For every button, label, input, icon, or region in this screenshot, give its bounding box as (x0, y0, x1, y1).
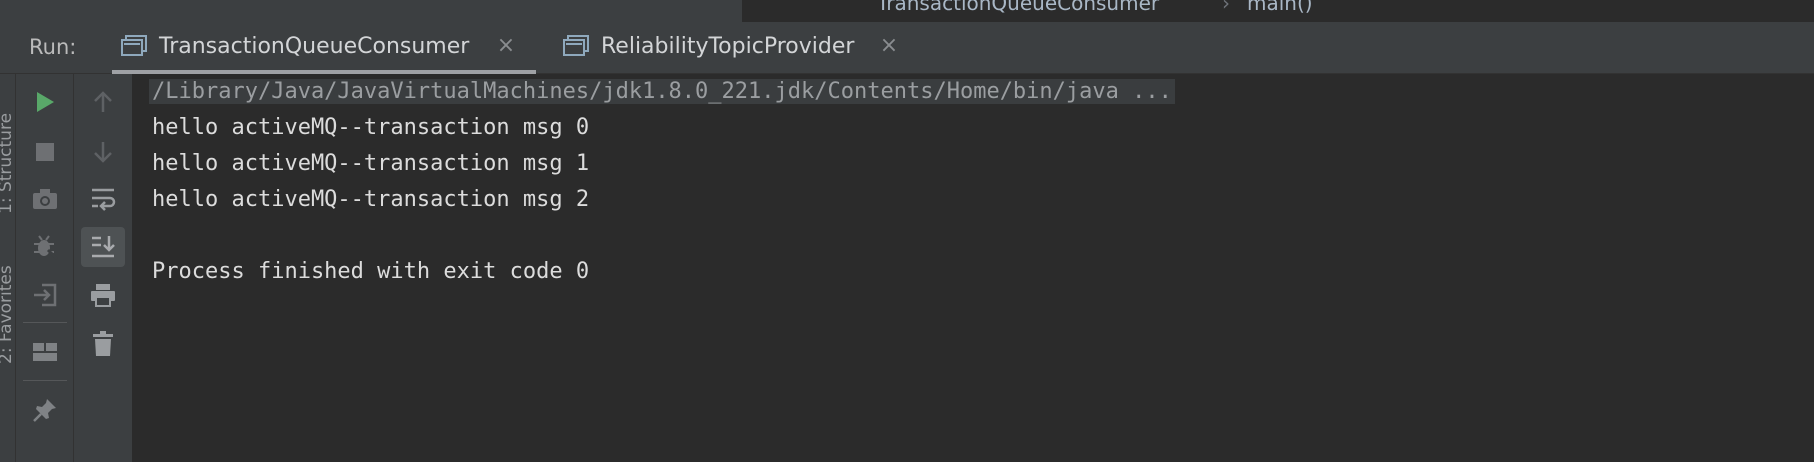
rerun-icon (37, 92, 54, 112)
console-line: hello activeMQ--transaction msg 1 (152, 151, 590, 176)
favorites-tool-button[interactable]: 2: Favorites (0, 265, 15, 364)
run-tool-window-header: Run: TransactionQueueConsumer × Reliabil… (0, 22, 1814, 74)
next-occurrence-button[interactable] (81, 132, 125, 172)
breadcrumb: TransactionQueueConsumer › main() (742, 0, 1814, 22)
scroll-to-end-button[interactable] (81, 227, 125, 267)
scroll-to-end-icon (92, 236, 115, 258)
breadcrumb-separator: › (1222, 0, 1230, 15)
run-toolbar-primary (16, 74, 74, 462)
close-icon[interactable]: × (496, 35, 516, 57)
debug-off-icon (34, 235, 58, 260)
editor-breadcrumb-strip: TransactionQueueConsumer › main() (0, 0, 1814, 22)
restore-layout-icon (34, 283, 57, 307)
breadcrumb-method[interactable]: main() (1247, 0, 1313, 15)
clear-all-button[interactable] (81, 324, 125, 364)
up-arrow-icon (94, 91, 112, 112)
down-arrow-icon (94, 142, 112, 163)
console-icon (121, 35, 147, 57)
toolbar-divider (23, 322, 67, 323)
print-button[interactable] (81, 275, 125, 315)
tab-label: ReliabilityTopicProvider (601, 34, 855, 59)
debug-button[interactable] (23, 227, 67, 267)
console-icon (563, 35, 589, 57)
breadcrumb-class[interactable]: TransactionQueueConsumer (877, 0, 1159, 15)
soft-wrap-icon (92, 188, 116, 211)
close-icon[interactable]: × (879, 35, 899, 57)
dump-threads-button[interactable] (23, 179, 67, 219)
console-line: hello activeMQ--transaction msg 0 (152, 115, 590, 140)
toolbar-divider (23, 380, 67, 381)
structure-tool-button[interactable]: 1: Structure (0, 113, 15, 214)
soft-wrap-button[interactable] (81, 179, 125, 219)
stop-icon (36, 143, 54, 161)
tab-transaction-queue-consumer[interactable]: TransactionQueueConsumer × (112, 22, 536, 74)
layout-button[interactable] (23, 332, 67, 372)
print-icon (91, 284, 115, 307)
console-line: Process finished with exit code 0 (152, 259, 590, 284)
ide-window: TransactionQueueConsumer › main() Run: T… (0, 0, 1814, 462)
rerun-button[interactable] (23, 82, 67, 122)
pin-tab-button[interactable] (23, 390, 67, 430)
console-line: hello activeMQ--transaction msg 2 (152, 187, 590, 212)
console-command-line[interactable]: /Library/Java/JavaVirtualMachines/jdk1.8… (149, 79, 1175, 104)
pin-icon (33, 399, 56, 422)
layout-icon (33, 343, 57, 361)
run-label: Run: (29, 35, 77, 59)
stop-button[interactable] (23, 132, 67, 172)
tab-reliability-topic-provider[interactable]: ReliabilityTopicProvider × (554, 22, 919, 74)
previous-occurrence-button[interactable] (81, 82, 125, 122)
left-tool-stripe: 1: Structure 2: Favorites (0, 74, 16, 462)
camera-icon (33, 189, 57, 209)
run-toolbar-secondary (74, 74, 133, 462)
console-output[interactable]: /Library/Java/JavaVirtualMachines/jdk1.8… (133, 74, 1814, 462)
restore-layout-button[interactable] (23, 275, 67, 315)
tab-label: TransactionQueueConsumer (159, 34, 470, 59)
trash-icon (93, 331, 113, 356)
